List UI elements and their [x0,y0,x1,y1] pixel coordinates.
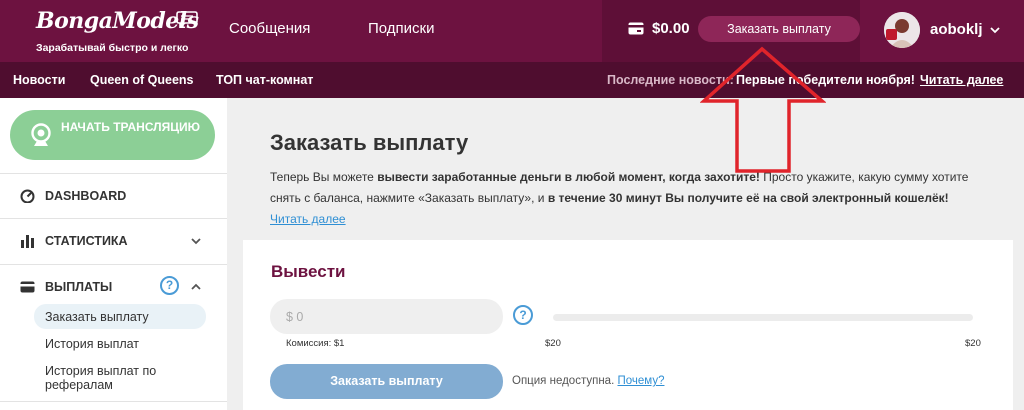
divider [0,218,227,219]
sidebar-subitem-payout-history[interactable]: История выплат [45,337,139,351]
top-header: BongaModels Зарабатывай быстро и легко С… [0,0,1024,62]
bar-chart-icon [21,235,34,248]
sidebar-subitem-referral-payout-history[interactable]: История выплат по рефералам [45,364,195,392]
amount-input[interactable] [270,299,503,334]
logo[interactable]: BongaModels Зарабатывай быстро и легко [36,8,199,58]
sidebar: НАЧАТЬ ТРАНСЛЯЦИЮ DASHBOARD СТАТИСТИКА В… [0,98,227,410]
sidebar-item-dashboard[interactable]: DASHBOARD [45,189,126,203]
amount-slider[interactable] [553,314,973,321]
chevron-down-icon[interactable] [990,26,1000,34]
help-icon[interactable]: ? [513,305,533,325]
divider [0,264,227,265]
subnav-top-chat-rooms[interactable]: ТОП чат-комнат [216,73,313,87]
subnav-news[interactable]: Новости [13,73,65,87]
start-broadcast-label: НАЧАТЬ ТРАНСЛЯЦИЮ [61,120,200,134]
divider [0,401,227,402]
logo-text: BongaModels [36,8,199,34]
divider [0,173,227,174]
wallet-icon [628,22,644,35]
help-icon[interactable]: ? [160,276,179,295]
withdraw-title: Вывести [271,262,346,281]
start-broadcast-button[interactable]: НАЧАТЬ ТРАНСЛЯЦИЮ [10,110,215,160]
avatar-image [884,12,920,48]
commission-text: Комиссия: $1 [286,338,345,349]
balance-amount: $0.00 [652,20,690,37]
unavailable-text: Опция недоступна. [512,375,615,387]
page-title: Заказать выплату [270,130,469,155]
why-link[interactable]: Почему? [617,375,664,387]
logo-tagline: Зарабатывай быстро и легко [36,42,189,54]
gauge-icon [20,189,35,203]
sidebar-item-statistics[interactable]: СТАТИСТИКА [45,234,128,248]
sidebar-item-payouts[interactable]: ВЫПЛАТЫ [45,280,112,294]
nav-messages[interactable]: Сообщения [229,20,310,37]
username[interactable]: aoboklj [930,21,983,38]
chat-bubble-icon [176,11,198,28]
intro-bold-2: в течение 30 минут Вы получите её на сво… [547,191,949,205]
slider-min-label: $20 [545,338,561,349]
sub-navigation: Новости Queen of Queens ТОП чат-комнат П… [0,62,1024,98]
intro-text: Теперь Вы можете вывести заработанные де… [270,167,990,230]
unavailable-note: Опция недоступна. Почему? [512,375,664,387]
webcam-icon [31,123,51,146]
intro-part-1: Теперь Вы можете [270,170,378,184]
annotation-arrow-icon [700,46,826,173]
chevron-up-icon[interactable] [191,283,201,290]
credit-card-icon [20,281,35,293]
nav-subscriptions[interactable]: Подписки [368,20,435,37]
avatar[interactable] [884,12,920,48]
order-payout-button[interactable]: Заказать выплату [270,364,503,399]
subnav-queen-of-queens[interactable]: Queen of Queens [90,73,194,87]
header-payout-button[interactable]: Заказать выплату [698,16,860,42]
news-read-more-link[interactable]: Читать далее [920,73,1003,87]
sidebar-subitem-order-payout[interactable]: Заказать выплату [45,310,149,324]
chevron-down-icon[interactable] [191,238,201,245]
slider-max-label: $20 [965,338,981,349]
intro-read-more-link[interactable]: Читать далее [270,212,346,226]
